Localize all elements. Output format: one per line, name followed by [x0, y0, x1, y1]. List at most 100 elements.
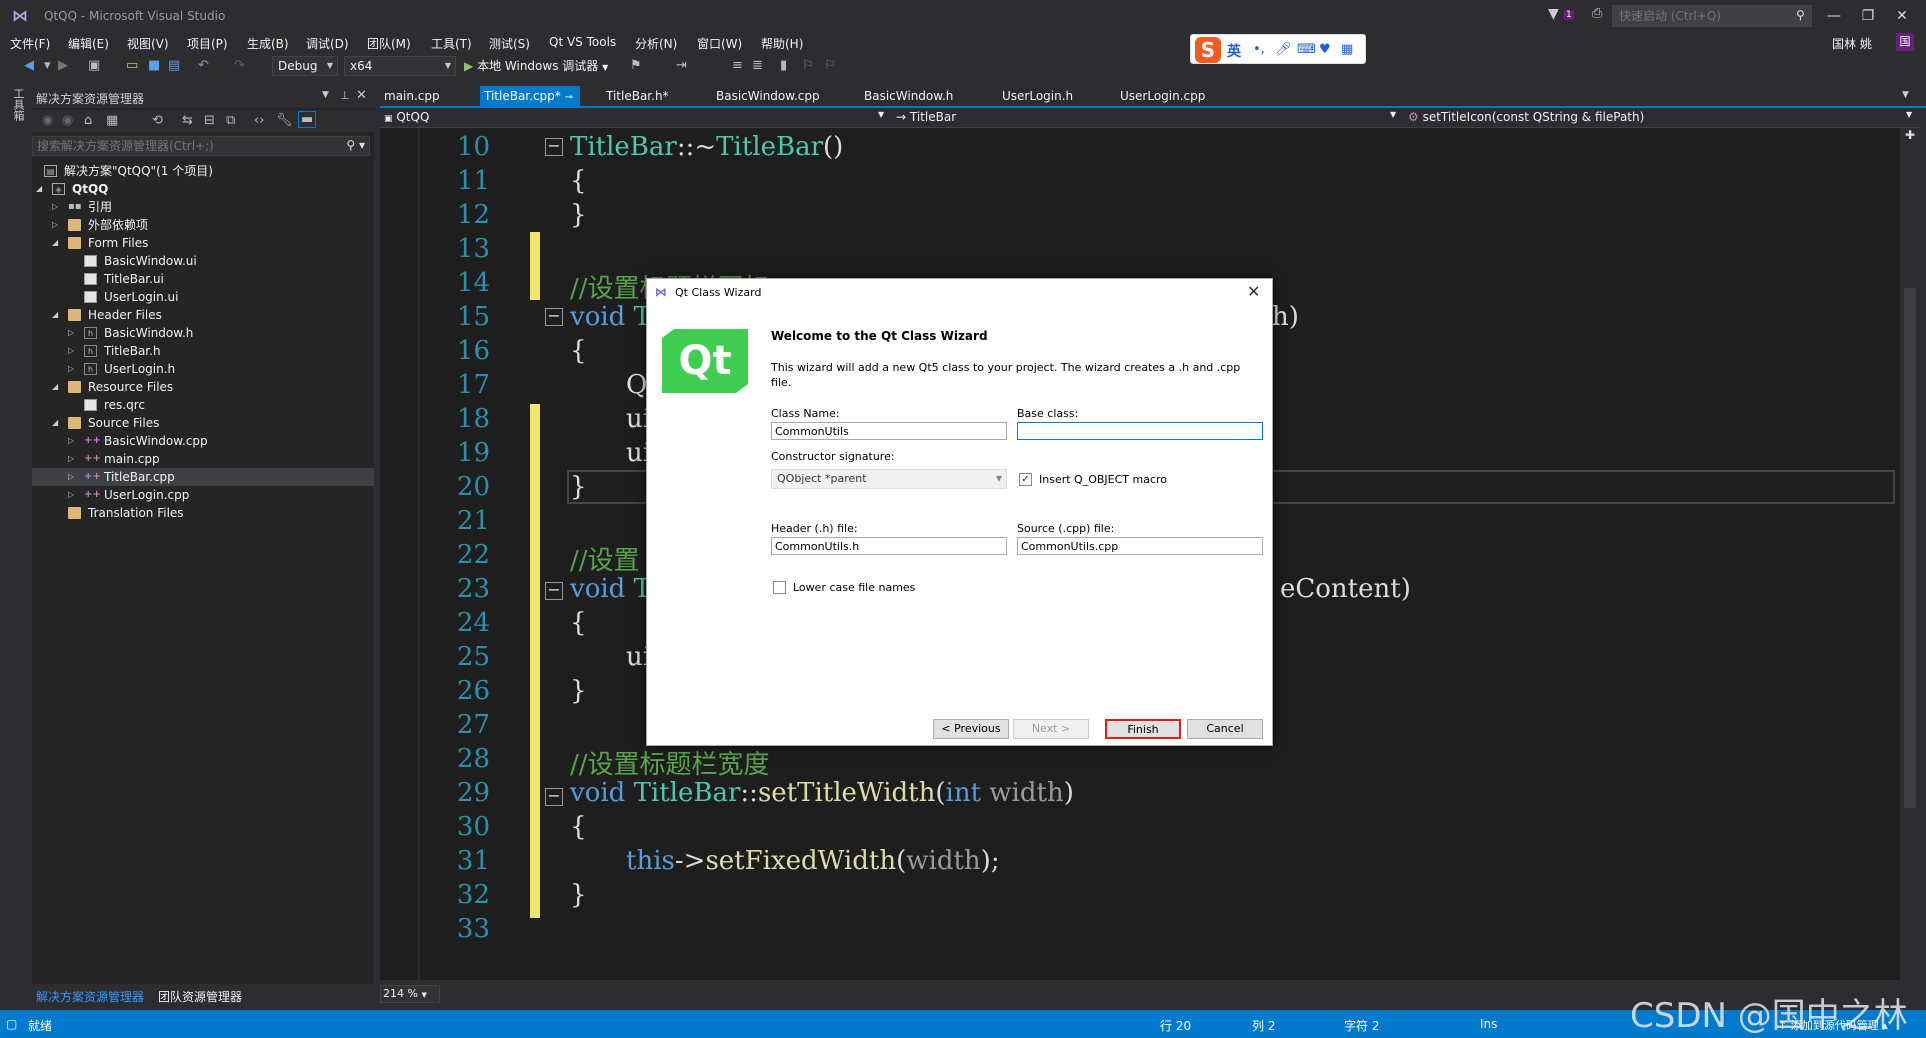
editor-scrollbar[interactable] [1900, 128, 1920, 980]
close-icon[interactable]: ✕ [1247, 282, 1260, 301]
step-icon[interactable]: ⇥ [676, 58, 687, 73]
tree-file[interactable]: ▷ h BasicWindow.h [32, 324, 374, 342]
collapsed-icon[interactable]: ▷ [68, 486, 74, 504]
collapsed-icon[interactable]: ▷ [68, 450, 74, 468]
menu-window[interactable]: 窗口(W) [697, 35, 742, 52]
tree-folder-form-files[interactable]: ◢ Form Files [32, 234, 374, 252]
tab-titlebar-h[interactable]: TitleBar.h* [602, 86, 702, 106]
collapse-icon[interactable]: − [545, 582, 563, 600]
tree-file[interactable]: res.qrc [32, 396, 374, 414]
tree-file[interactable]: BasicWindow.ui [32, 252, 374, 270]
outdent-icon[interactable]: ≣ [752, 58, 763, 73]
base-class-input[interactable] [1017, 422, 1263, 440]
feedback-icon[interactable]: ⎙ [1592, 6, 1602, 21]
collapse-icon[interactable]: − [545, 138, 563, 156]
tab-overflow-icon[interactable]: ▼ [1902, 90, 1909, 100]
tab-userlogin-cpp[interactable]: UserLogin.cpp [1116, 86, 1216, 106]
source-file-input[interactable] [1017, 537, 1263, 555]
solution-configuration-select[interactable]: Debug ▼ [272, 56, 338, 76]
pin-icon[interactable]: ⊸ [565, 92, 573, 103]
back-icon[interactable]: ◉ [42, 113, 53, 128]
nav-member-select[interactable]: ⚙ setTitleIcon(const QString & filePath) [1408, 110, 1644, 124]
notification-badge[interactable]: 1 [1564, 10, 1574, 20]
menu-tools[interactable]: 工具(T) [431, 35, 472, 52]
menu-help[interactable]: 帮助(H) [761, 35, 803, 52]
menu-project[interactable]: 项目(P) [187, 35, 228, 52]
insert-qobject-checkbox[interactable]: ✓ [1019, 473, 1032, 486]
dropdown-icon[interactable]: ▾ [44, 58, 51, 73]
preview-icon[interactable]: ▬ [298, 111, 317, 128]
tab-solution-explorer[interactable]: 解决方案资源管理器 [36, 988, 144, 1005]
save-icon[interactable]: ■ [148, 58, 160, 73]
tree-folder-header-files[interactable]: ◢ Header Files [32, 306, 374, 324]
tree-item-references[interactable]: ▷ ▪▪ 引用 [32, 198, 374, 216]
chevron-down-icon[interactable]: ▼ [1906, 110, 1912, 119]
forward-icon[interactable]: ◉ [62, 113, 73, 128]
expanded-icon[interactable]: ◢ [52, 378, 58, 396]
solution-search-box[interactable]: ⚲ ▾ [32, 136, 370, 156]
minimize-button[interactable]: — [1820, 4, 1848, 28]
menu-team[interactable]: 团队(M) [367, 35, 411, 52]
user-name[interactable]: 国林 姚 [1832, 35, 1872, 52]
collapsed-icon[interactable]: ▷ [68, 342, 74, 360]
lowercase-checkbox[interactable] [773, 581, 786, 594]
tree-file[interactable]: ▷ ++ main.cpp [32, 450, 374, 468]
tab-basicwindow-cpp[interactable]: BasicWindow.cpp [712, 86, 832, 106]
collapsed-icon[interactable]: ▷ [68, 468, 74, 486]
tree-folder-resource-files[interactable]: ◢ Resource Files [32, 378, 374, 396]
menu-view[interactable]: 视图(V) [127, 35, 169, 52]
new-project-icon[interactable]: ▣ [88, 58, 100, 73]
save-all-icon[interactable]: ▤ [168, 58, 180, 73]
tree-item-external-deps[interactable]: ▷ 外部依赖项 [32, 216, 374, 234]
expanded-icon[interactable]: ◢ [52, 414, 58, 432]
tab-main-cpp[interactable]: main.cpp [380, 86, 476, 106]
nav-project-select[interactable]: ▣ QtQQ [384, 110, 429, 124]
nav-class-select[interactable]: → TitleBar [896, 110, 956, 124]
tree-file-selected[interactable]: ▷ ++ TitleBar.cpp [32, 468, 374, 486]
back-icon[interactable]: ◀ [24, 58, 34, 73]
menu-test[interactable]: 测试(S) [489, 35, 530, 52]
tree-file[interactable]: TitleBar.ui [32, 270, 374, 288]
tree-file[interactable]: ▷ h TitleBar.h [32, 342, 374, 360]
quick-launch-input[interactable] [1613, 6, 1811, 26]
attach-icon[interactable]: ⚑ [630, 58, 642, 73]
chevron-down-icon[interactable]: ▼ [322, 90, 329, 100]
open-file-icon[interactable]: ▭ [126, 58, 138, 73]
collapsed-icon[interactable]: ▷ [68, 432, 74, 450]
class-name-input[interactable] [771, 422, 1007, 440]
sync-icon[interactable]: ⇆ [182, 113, 193, 128]
search-icon[interactable]: ⚲ ▾ [346, 138, 365, 152]
collapse-icon[interactable]: − [545, 308, 563, 326]
quick-launch-box[interactable] [1612, 5, 1812, 27]
expanded-icon[interactable]: ◢ [52, 306, 58, 324]
code-view-icon[interactable]: ‹› [254, 113, 264, 128]
constructor-signature-select[interactable]: QObject *parent ▼ [771, 469, 1007, 489]
filter-icon[interactable]: ▼ [1548, 6, 1559, 22]
close-window-button[interactable]: ✕ [1888, 4, 1916, 28]
collapse-icon[interactable]: − [545, 788, 563, 806]
tree-file[interactable]: ▷ ++ UserLogin.cpp [32, 486, 374, 504]
tab-titlebar-cpp[interactable]: TitleBar.cpp* ⊸ ✕ [480, 86, 580, 125]
tab-basicwindow-h[interactable]: BasicWindow.h [860, 86, 970, 106]
collapse-all-icon[interactable]: ⊟ [204, 113, 215, 128]
chevron-down-icon[interactable]: ▼ [878, 110, 884, 119]
tree-file[interactable]: UserLogin.ui [32, 288, 374, 306]
toolbox-tab[interactable]: 工具箱 [8, 88, 26, 128]
avatar[interactable]: 国 [1896, 33, 1914, 51]
solution-platform-select[interactable]: x64 ▼ [344, 56, 456, 76]
menu-file[interactable]: 文件(F) [10, 35, 50, 52]
collapsed-icon[interactable]: ▷ [52, 216, 58, 234]
tab-team-explorer[interactable]: 团队资源管理器 [158, 988, 242, 1005]
split-icon[interactable]: ✚ [1900, 128, 1920, 144]
close-icon[interactable]: ✕ [356, 88, 367, 103]
undo-icon[interactable]: ↶ [198, 58, 209, 73]
redo-icon[interactable]: ↷ [234, 58, 245, 73]
menu-qt-vs-tools[interactable]: Qt VS Tools [549, 35, 616, 49]
tab-userlogin-h[interactable]: UserLogin.h [998, 86, 1088, 106]
restore-button[interactable]: ❐ [1854, 4, 1882, 28]
tree-folder-translation-files[interactable]: Translation Files [32, 504, 374, 522]
show-all-files-icon[interactable]: ⧉ [226, 113, 235, 128]
tree-file[interactable]: ▷ ++ BasicWindow.cpp [32, 432, 374, 450]
collapsed-icon[interactable]: ▷ [68, 324, 74, 342]
switch-views-icon[interactable]: ▦ [106, 113, 118, 128]
